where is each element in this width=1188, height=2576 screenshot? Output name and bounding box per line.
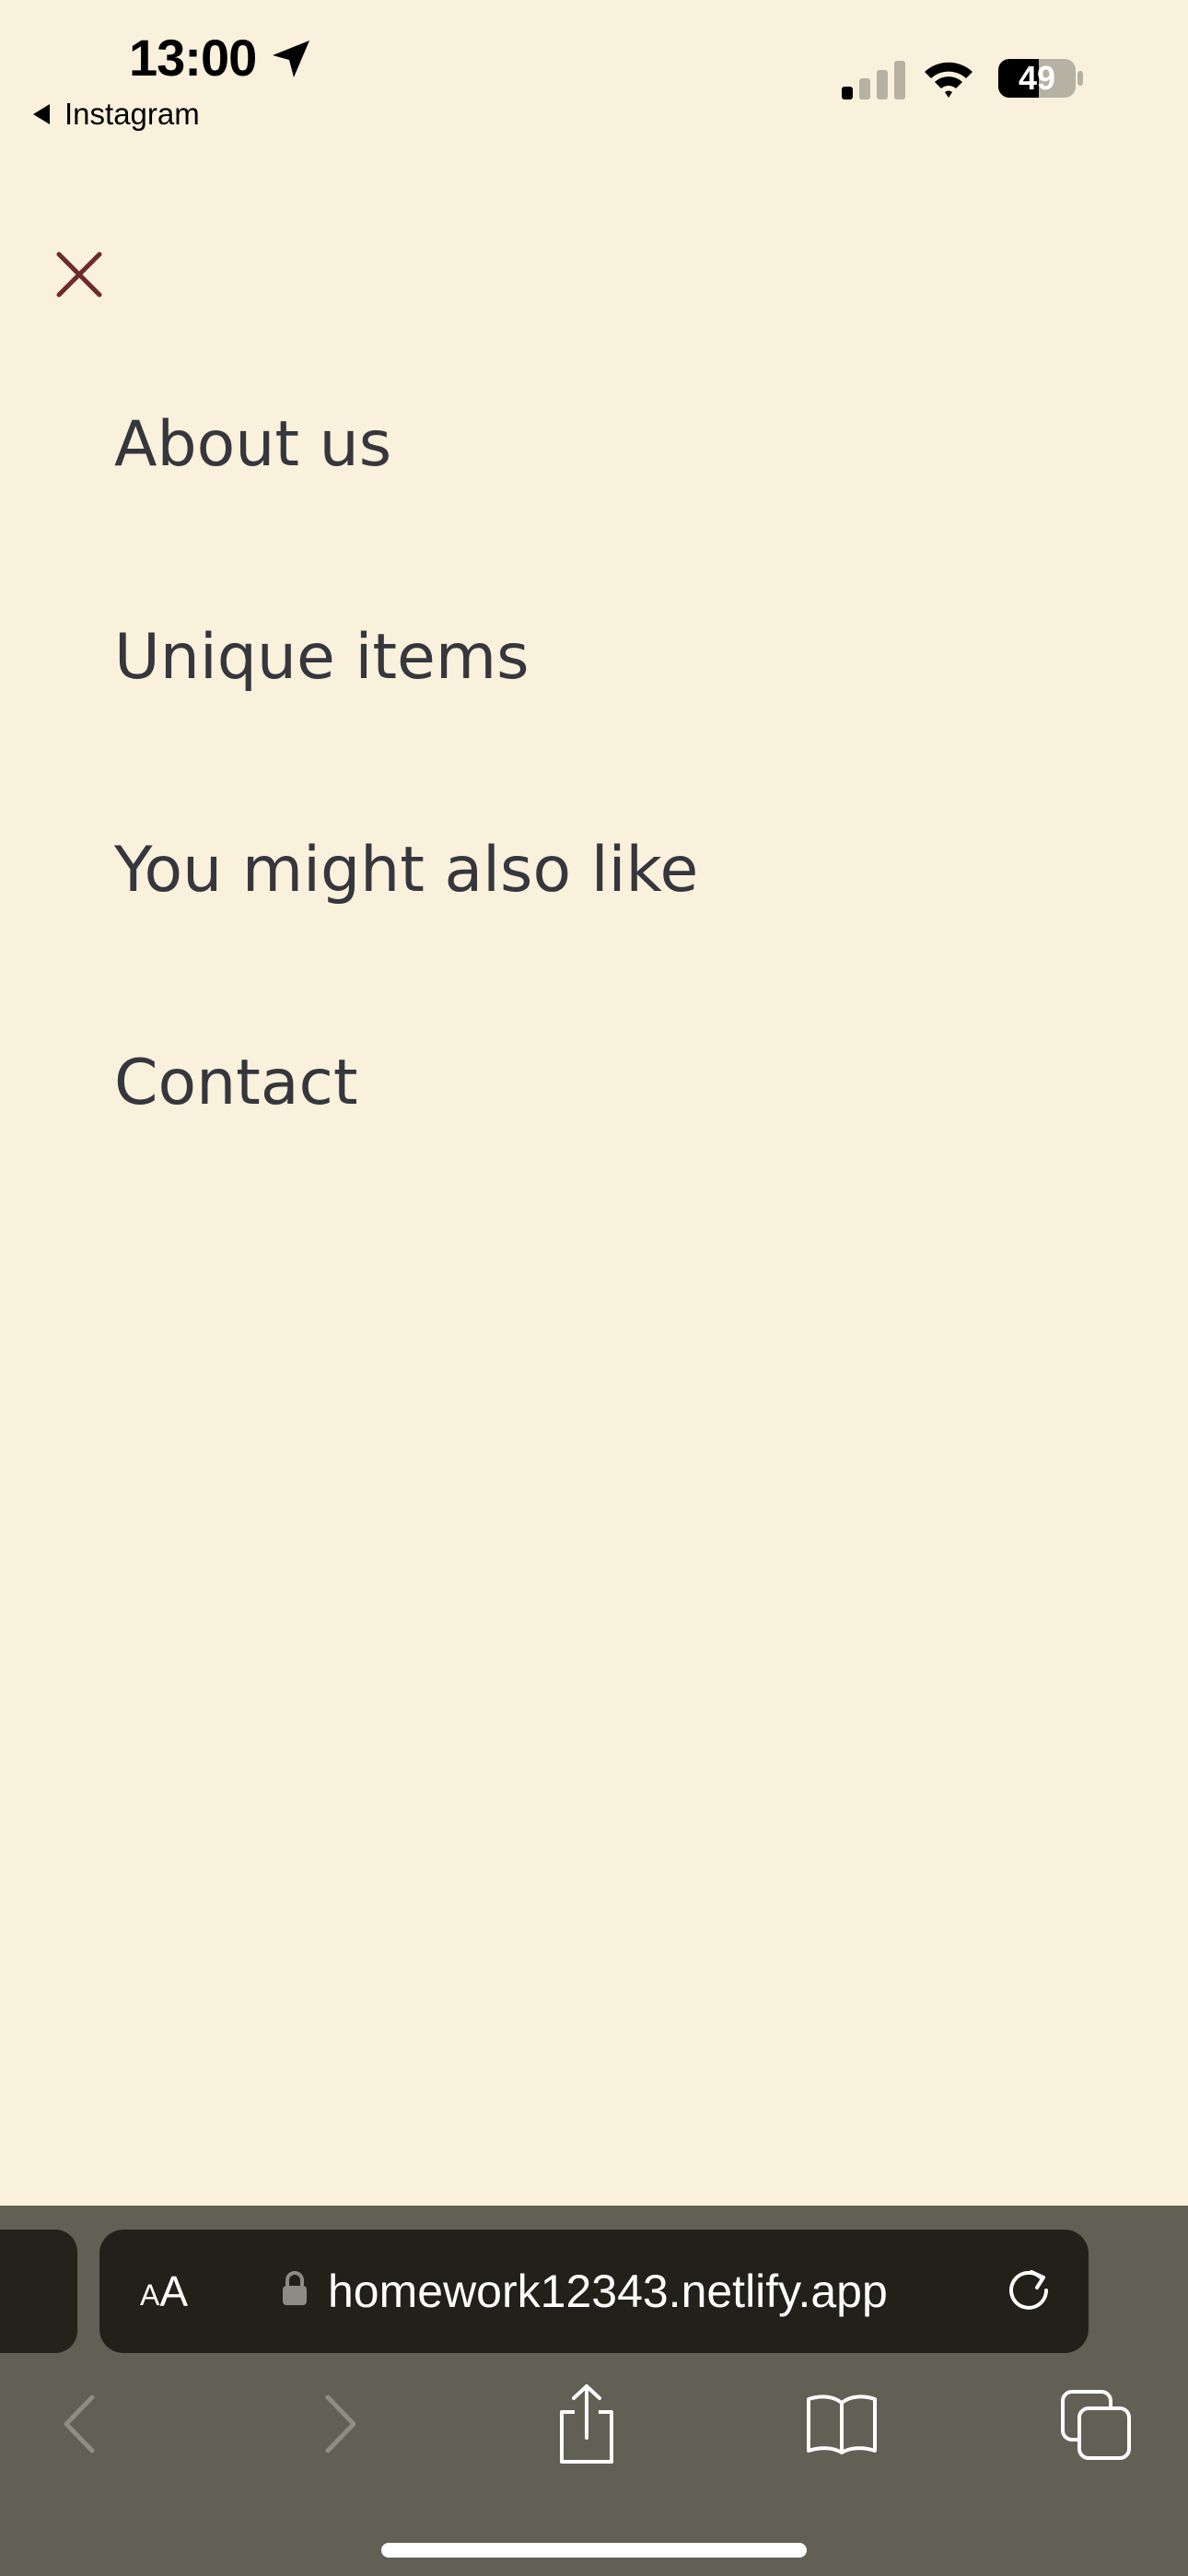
back-to-app-button[interactable]: Instagram <box>33 96 200 133</box>
back-app-label: Instagram <box>64 97 200 131</box>
tabs-icon[interactable] <box>1059 2388 1133 2462</box>
text-size-large-a: A <box>159 2267 189 2315</box>
nav-menu: About us Unique items You might also lik… <box>114 396 698 1247</box>
status-time: 13:00 <box>129 29 257 87</box>
share-icon[interactable] <box>556 2383 617 2465</box>
lock-icon <box>283 2271 307 2305</box>
address-bar[interactable]: A A homework12343.netlify.app <box>99 2230 1089 2353</box>
text-size-small-a: A <box>140 2277 160 2312</box>
menu-item-contact[interactable]: Contact <box>114 1035 698 1247</box>
text-size-button[interactable]: A A <box>140 2230 188 2353</box>
reload-icon[interactable] <box>1004 2266 1054 2316</box>
location-arrow-icon <box>273 41 309 77</box>
cellular-signal-icon <box>842 61 905 100</box>
menu-item-unique-items[interactable]: Unique items <box>114 609 698 822</box>
back-triangle-icon <box>33 104 50 124</box>
status-bar: 13:00 Instagram 49 <box>0 0 1188 138</box>
close-menu-button[interactable] <box>53 249 105 300</box>
menu-item-about-us[interactable]: About us <box>114 396 698 609</box>
wifi-icon <box>925 62 973 98</box>
previous-tab-preview[interactable] <box>0 2230 77 2353</box>
back-icon[interactable] <box>57 2392 103 2456</box>
url-text: homework12343.netlify.app <box>328 2266 888 2317</box>
menu-item-you-might-also-like[interactable]: You might also like <box>114 822 698 1035</box>
battery-level: 49 <box>1018 59 1056 97</box>
bookmarks-icon[interactable] <box>805 2392 879 2456</box>
forward-icon[interactable] <box>317 2392 363 2456</box>
home-indicator[interactable] <box>381 2543 807 2558</box>
